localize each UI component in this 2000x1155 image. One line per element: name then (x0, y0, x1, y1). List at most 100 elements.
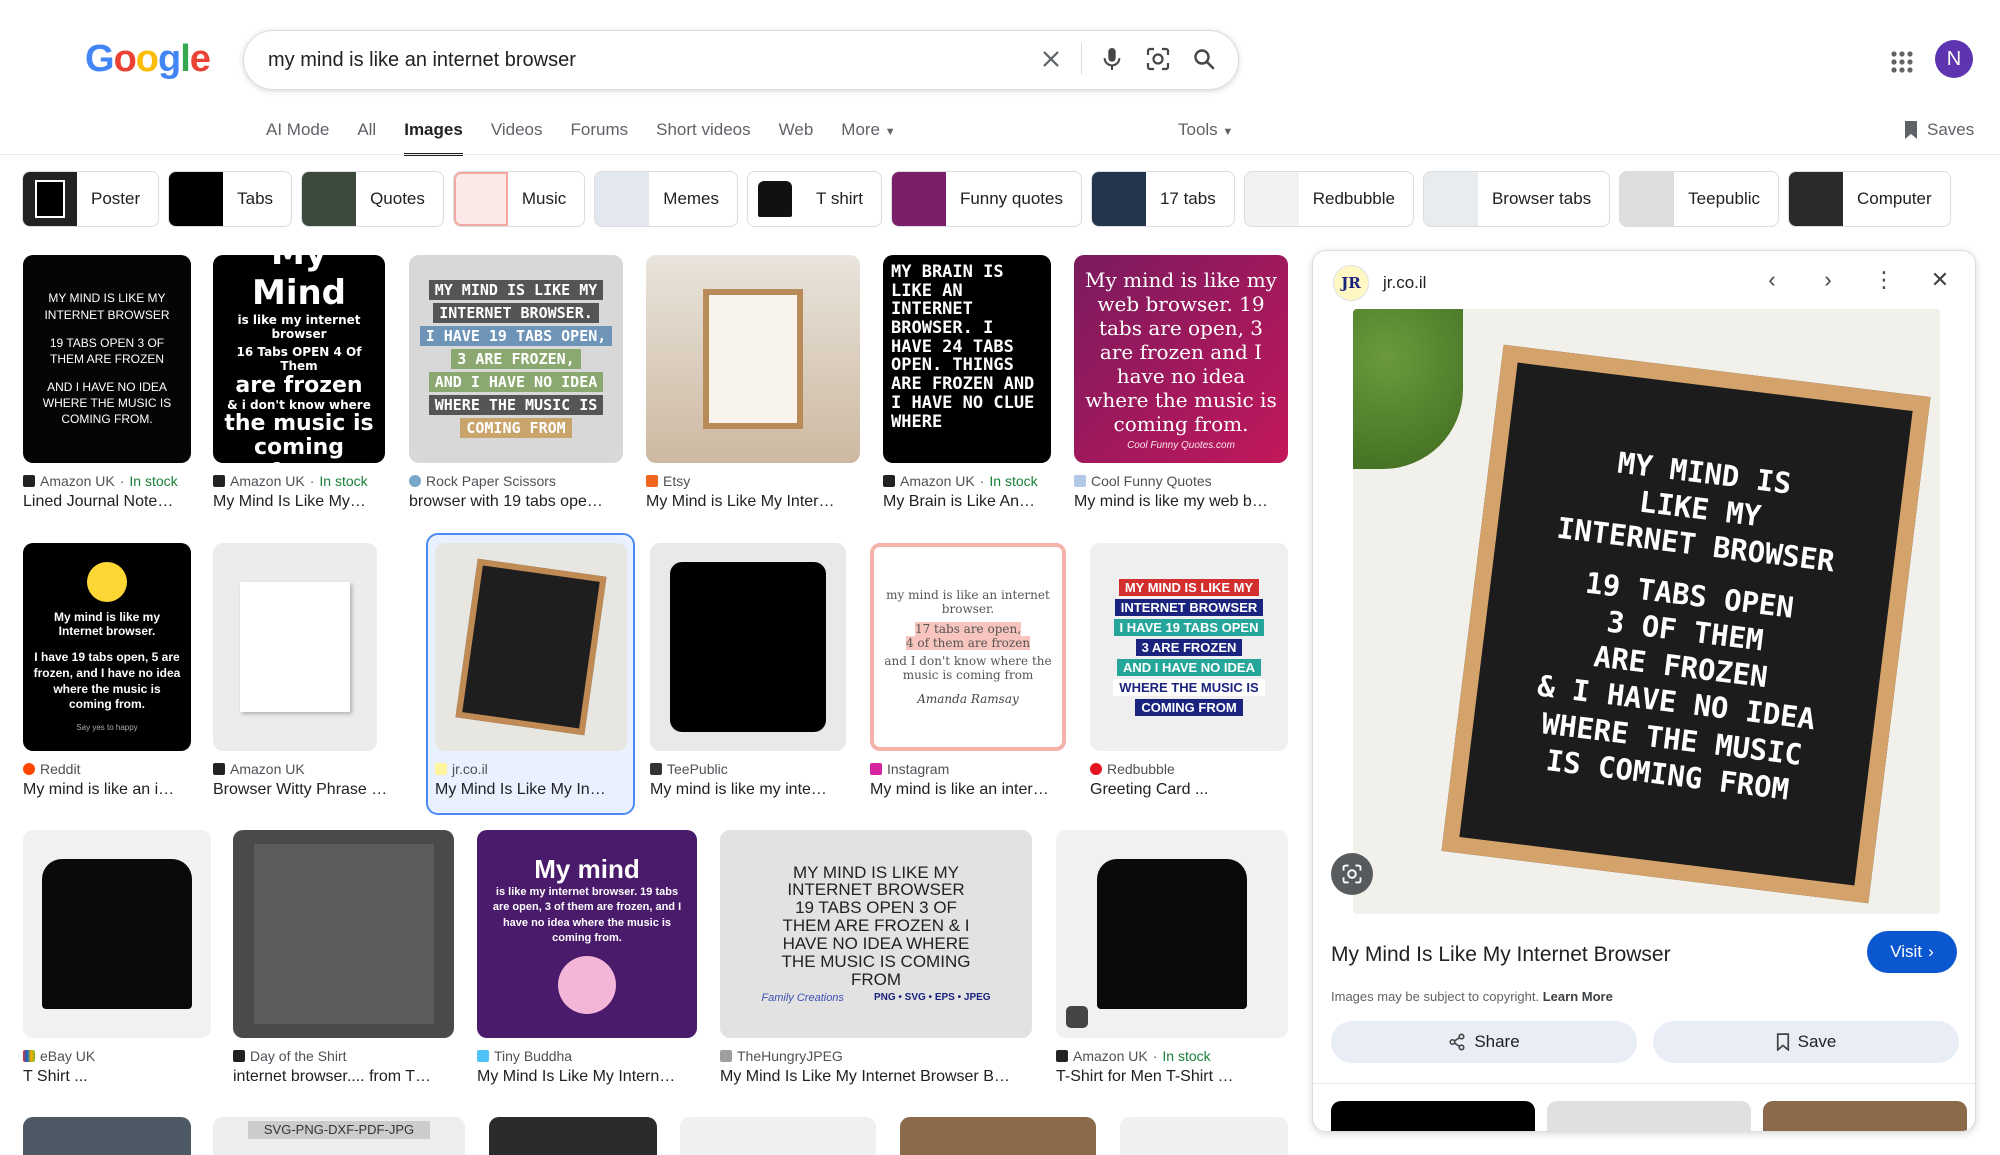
result-card[interactable]: MY BRAIN IS LIKE AN INTERNET BROWSER. I … (883, 255, 1051, 511)
result-title[interactable]: T-Shirt for Men T-Shirt … (1056, 1068, 1288, 1086)
visit-button[interactable]: Visit › (1867, 931, 1957, 973)
tab-all[interactable]: All (357, 116, 376, 156)
result-image[interactable]: MY MIND IS LIKE MY INTERNET BROWSER. I H… (409, 255, 623, 463)
saves-button[interactable]: Saves (1903, 120, 1974, 140)
more-vert-icon[interactable]: ⋮ (1867, 263, 1901, 297)
result-title[interactable]: My Mind is Like My Inter… (646, 493, 860, 511)
result-card[interactable]: My mind is like my internet browser. 19 … (477, 830, 697, 1086)
google-logo[interactable]: Google (85, 38, 211, 81)
result-image[interactable] (23, 1117, 191, 1155)
result-image[interactable]: MY MIND IS LIKE MY INTERNET BROWSER I HA… (1090, 543, 1288, 751)
chip-t-shirt[interactable]: T shirt (747, 171, 882, 227)
result-image[interactable]: my mind is like an internet browser. 17 … (870, 543, 1066, 751)
account-avatar[interactable]: N (1935, 40, 1973, 78)
tab-web[interactable]: Web (779, 116, 814, 156)
result-title[interactable]: My mind is like an i… (23, 781, 191, 799)
result-title[interactable]: My Mind Is Like My Intern… (477, 1068, 697, 1086)
result-image[interactable] (1120, 1117, 1288, 1155)
result-title[interactable]: My Mind Is Like My In… (435, 781, 627, 799)
chip-17-tabs[interactable]: 17 tabs (1090, 171, 1235, 227)
tab-short-videos[interactable]: Short videos (656, 116, 751, 156)
result-card[interactable]: TeePublic My mind is like my inte… (650, 543, 846, 799)
chevron-right-icon[interactable]: › (1811, 263, 1845, 297)
chip-music[interactable]: Music (452, 171, 586, 227)
result-card[interactable]: Amazon UK · In stock T-Shirt for Men T-Shi… (1056, 830, 1288, 1086)
result-card[interactable]: my mind is like an internet browser. 17 … (870, 543, 1066, 799)
result-image[interactable] (646, 255, 860, 463)
apps-grid-icon[interactable] (1884, 44, 1920, 80)
result-card[interactable]: MY MIND IS LIKE MY INTERNET BROWSER 19 T… (720, 830, 1032, 1086)
chevron-left-icon[interactable]: ‹ (1755, 263, 1789, 297)
google-lens-icon[interactable] (1331, 853, 1373, 895)
result-image[interactable] (213, 543, 377, 751)
tab-ai-mode[interactable]: AI Mode (266, 116, 329, 156)
panel-title[interactable]: My Mind Is Like My Internet Browser (1331, 943, 1671, 967)
tab-images[interactable]: Images (404, 116, 463, 156)
result-card[interactable]: MY MIND IS LIKE MY INTERNET BROWSER. I H… (409, 255, 623, 511)
result-card[interactable]: My mind is like my Internet browser. I h… (23, 543, 191, 799)
tab-forums[interactable]: Forums (571, 116, 629, 156)
result-title[interactable]: internet browser.... from T… (233, 1068, 454, 1086)
related-thumb[interactable] (1331, 1101, 1535, 1131)
result-title[interactable]: My Brain is Like An… (883, 493, 1051, 511)
result-title[interactable]: My Mind Is Like My… (213, 493, 385, 511)
result-image[interactable] (233, 830, 454, 1038)
result-card[interactable]: Day of the Shirt internet browser.... fr… (233, 830, 454, 1086)
chip-computer[interactable]: Computer (1788, 171, 1951, 227)
result-title[interactable]: Greeting Card ... (1090, 781, 1288, 799)
search-bar[interactable]: my mind is like an internet browser (243, 30, 1239, 90)
result-image[interactable]: MY BRAIN IS LIKE AN INTERNET BROWSER. I … (883, 255, 1051, 463)
result-title[interactable]: Browser Witty Phrase … (213, 781, 387, 799)
share-button[interactable]: Share (1331, 1021, 1637, 1063)
result-title[interactable]: T Shirt ... (23, 1068, 211, 1086)
result-card[interactable]: Amazon UK Browser Witty Phrase … (213, 543, 387, 799)
lens-camera-icon[interactable] (1142, 43, 1174, 75)
chip-poster[interactable]: Poster (22, 171, 160, 227)
tab-videos[interactable]: Videos (491, 116, 543, 156)
result-title[interactable]: Lined Journal Note… (23, 493, 191, 511)
result-title[interactable]: browser with 19 tabs ope… (409, 493, 623, 511)
result-title[interactable]: My mind is like an inter… (870, 781, 1066, 799)
learn-more-link[interactable]: Learn More (1543, 989, 1613, 1004)
result-image[interactable] (1056, 830, 1288, 1038)
chip-memes[interactable]: Memes (594, 171, 739, 227)
preview-image[interactable]: MY MIND IS LIKE MY INTERNET BROWSER 19 T… (1353, 309, 1940, 914)
result-card[interactable]: MY MIND IS LIKE MY INTERNET BROWSER 19 T… (23, 255, 191, 511)
close-icon[interactable]: ✕ (1923, 263, 1957, 297)
chip-redbubble[interactable]: Redbubble (1243, 171, 1414, 227)
chip-quotes[interactable]: Quotes (301, 171, 444, 227)
result-image[interactable]: MY MIND IS LIKE MY INTERNET BROWSER 19 T… (23, 255, 191, 463)
result-image[interactable]: My mind is like my Internet browser. I h… (23, 543, 191, 751)
result-image[interactable]: My mind is like my internet browser. 19 … (477, 830, 697, 1038)
result-image[interactable]: MY MIND IS LIKE MY INTERNET BROWSER 19 T… (720, 830, 1032, 1038)
panel-source[interactable]: JR jr.co.il (1333, 265, 1426, 301)
result-card[interactable]: MY MIND IS LIKE MY INTERNET BROWSER I HA… (1090, 543, 1288, 799)
chip-teepublic[interactable]: Teepublic (1619, 171, 1779, 227)
result-image[interactable]: My Mind is like my internet browser 16 T… (213, 255, 385, 463)
chip-browser-tabs[interactable]: Browser tabs (1422, 171, 1611, 227)
result-image[interactable] (680, 1117, 876, 1155)
search-input[interactable]: my mind is like an internet browser (268, 49, 576, 72)
tools-button[interactable]: Tools ▼ (1178, 120, 1233, 140)
result-image[interactable] (435, 543, 627, 751)
result-image[interactable] (900, 1117, 1096, 1155)
result-card[interactable]: jr.co.il My Mind Is Like My In… (435, 543, 627, 799)
result-card[interactable]: eBay UK T Shirt ... (23, 830, 211, 1086)
result-image[interactable] (650, 543, 846, 751)
tab-more[interactable]: More ▼ (841, 116, 895, 156)
result-title[interactable]: My Mind Is Like My Internet Browser B… (720, 1068, 1032, 1086)
result-image[interactable]: My mind is like my web browser. 19 tabs … (1074, 255, 1288, 463)
related-thumb[interactable] (1763, 1101, 1967, 1131)
result-image[interactable] (489, 1117, 657, 1155)
clear-icon[interactable] (1035, 43, 1067, 75)
related-thumb[interactable] (1547, 1101, 1751, 1131)
result-card[interactable]: My Mind is like my internet browser 16 T… (213, 255, 385, 511)
search-icon[interactable] (1188, 43, 1220, 75)
microphone-icon[interactable] (1096, 43, 1128, 75)
chip-funny-quotes[interactable]: Funny quotes (890, 171, 1082, 227)
result-title[interactable]: My mind is like my web b… (1074, 493, 1288, 511)
result-image[interactable] (23, 830, 211, 1038)
save-button[interactable]: Save (1653, 1021, 1959, 1063)
chip-tabs[interactable]: Tabs (168, 171, 293, 227)
result-title[interactable]: My mind is like my inte… (650, 781, 846, 799)
